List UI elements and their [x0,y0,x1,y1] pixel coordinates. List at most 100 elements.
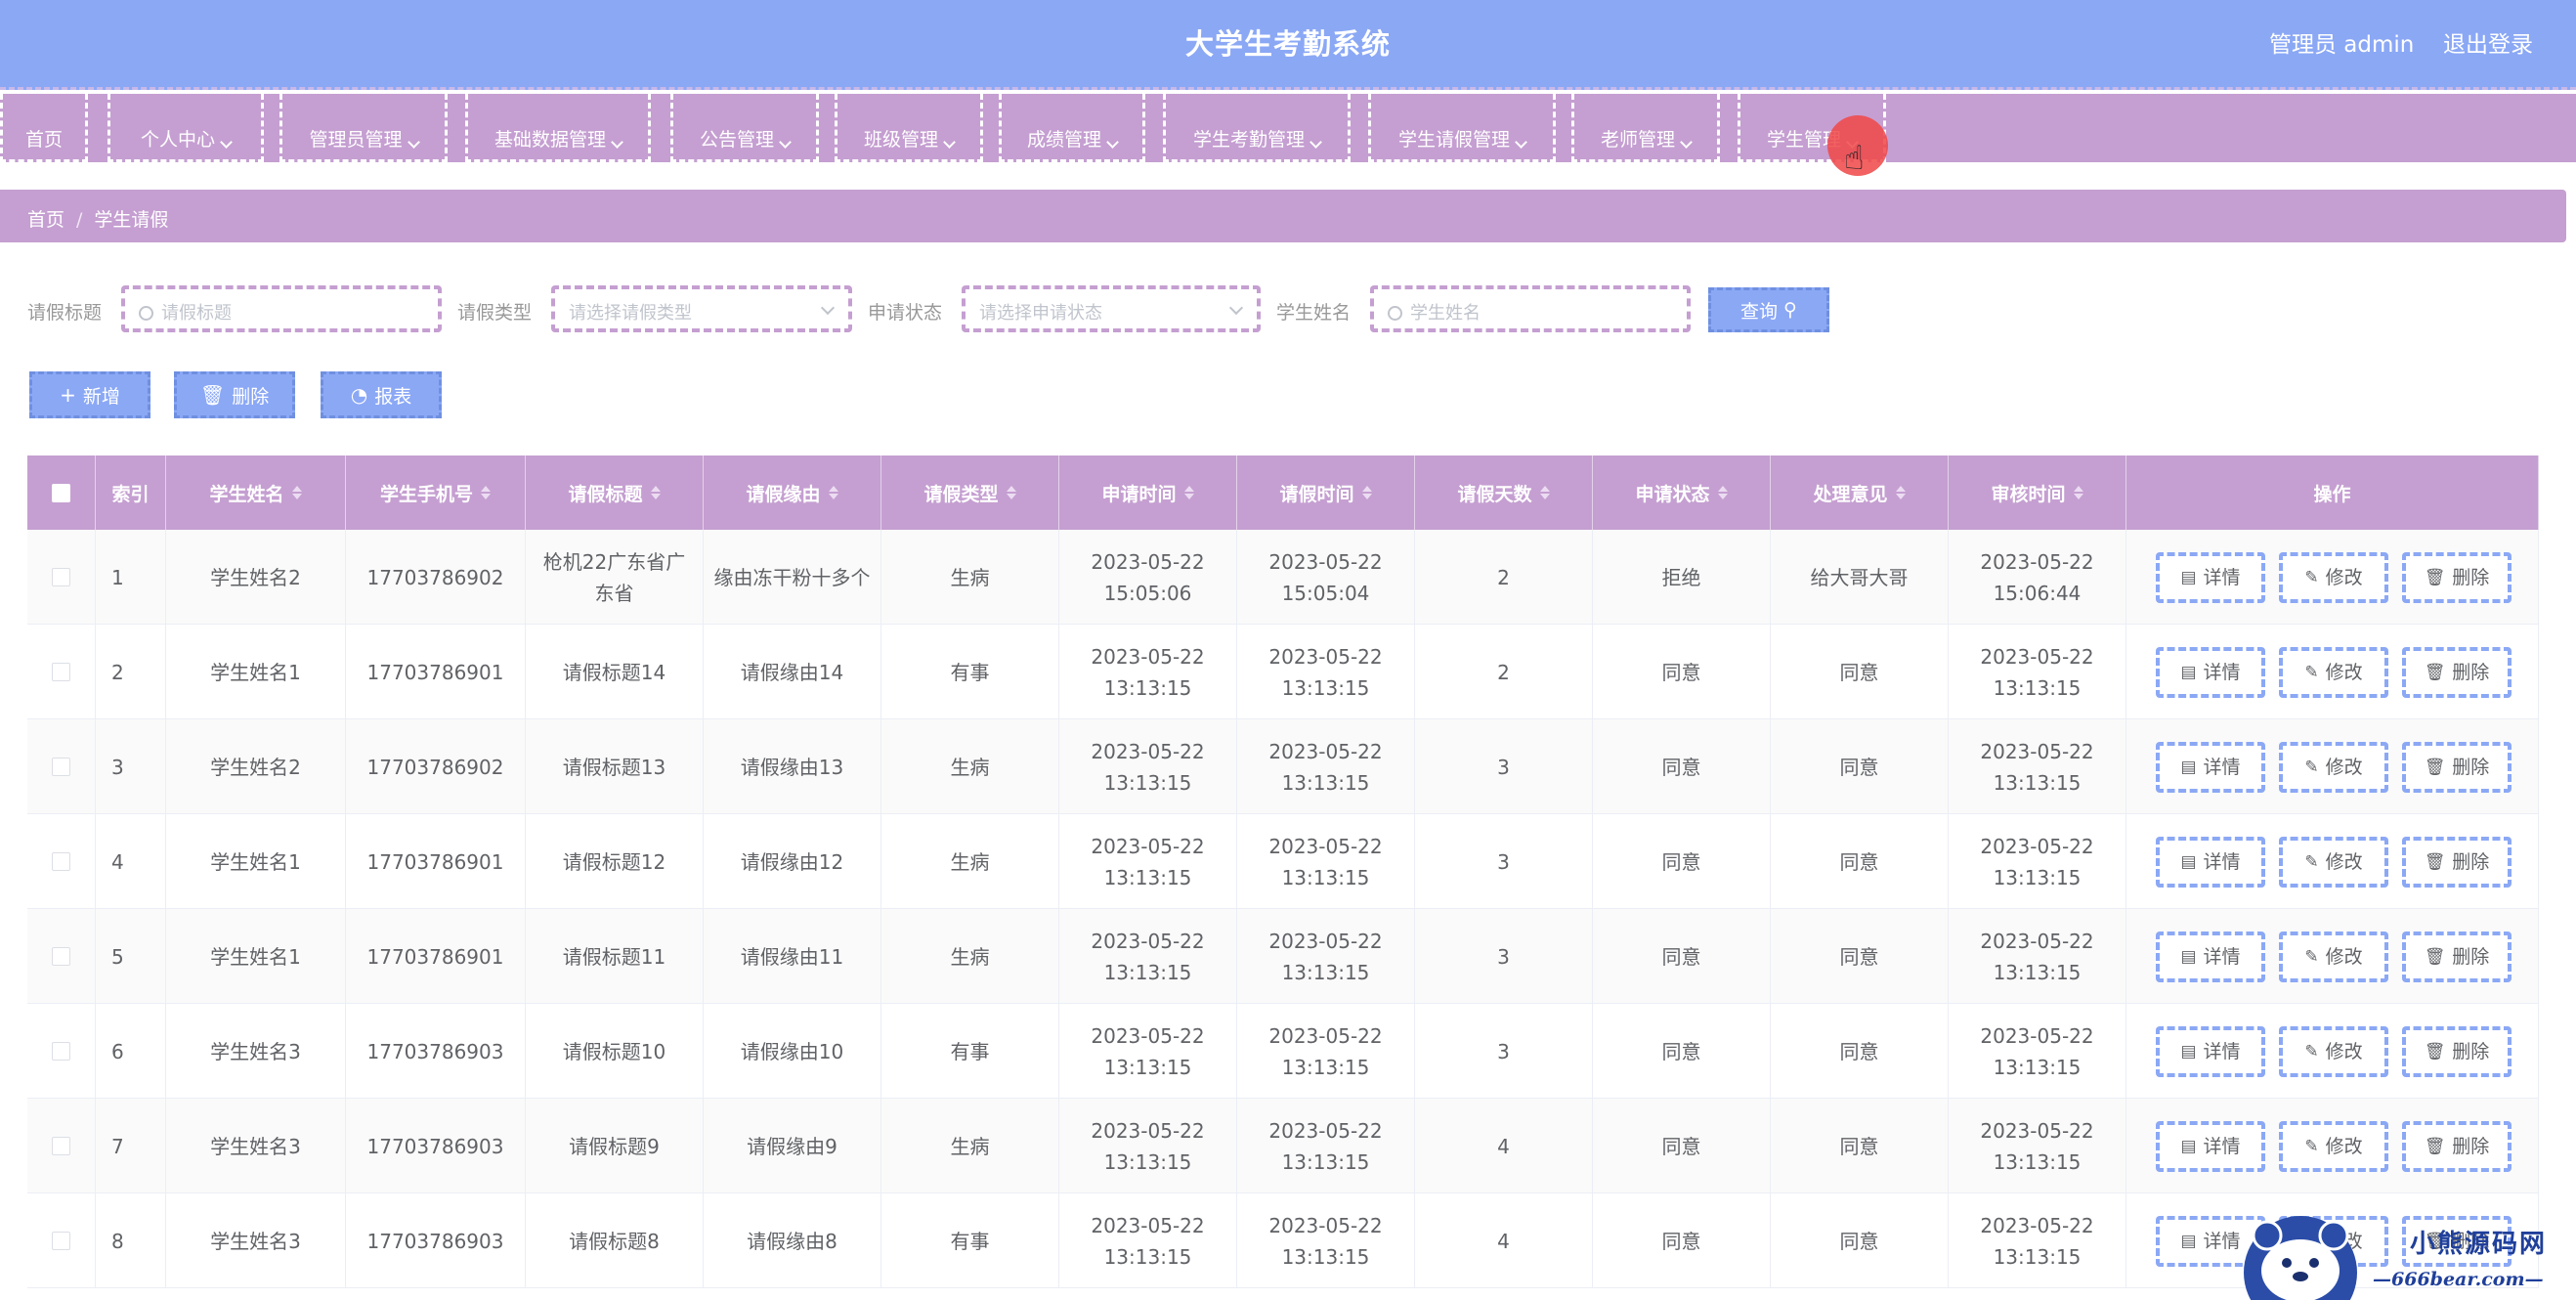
nav-base-data-management[interactable]: 基础数据管理 [465,94,651,162]
chevron-down-icon [779,136,792,149]
sort-caret-icon[interactable] [828,486,838,499]
pencil-icon: ✎ [2304,1042,2319,1062]
cell-leave-title: 请假标题11 [526,909,704,1004]
edit-button[interactable]: ✎ 修改 [2279,552,2388,603]
row-checkbox[interactable] [52,663,70,681]
nav-personal-center[interactable]: 个人中心 [107,94,264,162]
cell-leave-reason: 请假缘由8 [704,1193,881,1288]
add-button[interactable]: + 新增 [29,371,150,418]
column-header-apply-status[interactable]: 申请状态 [1593,455,1771,530]
nav-home[interactable]: 首页 [0,94,88,162]
delete-button[interactable]: 🗑 删除 [2402,837,2512,888]
edit-button[interactable]: ✎ 修改 [2279,1121,2388,1172]
nav-notice-management[interactable]: 公告管理 [670,94,819,162]
chevron-down-icon [820,300,836,316]
row-checkbox[interactable] [52,947,70,966]
detail-button[interactable]: ▤ 详情 [2156,552,2265,603]
sort-caret-icon[interactable] [481,486,491,499]
row-checkbox[interactable] [52,758,70,776]
logout-link[interactable]: 退出登录 [2443,25,2533,59]
delete-button[interactable]: 🗑 删除 [2402,647,2512,698]
cell-handling-opinion: 同意 [1771,1193,1949,1288]
sort-caret-icon[interactable] [2073,486,2083,499]
edit-button[interactable]: ✎ 修改 [2279,1026,2388,1077]
delete-button[interactable]: 🗑 删除 [2402,932,2512,982]
breadcrumb-home[interactable]: 首页 [27,209,64,231]
nav-class-management[interactable]: 班级管理 [835,94,983,162]
delete-button[interactable]: 🗑 删除 [2402,742,2512,793]
column-header-label: 申请时间 [1101,483,1177,505]
column-header-leave-title[interactable]: 请假标题 [526,455,704,530]
leave-type-select[interactable]: 请选择请假类型 [551,285,852,332]
sort-caret-icon[interactable] [1717,486,1728,499]
column-header-label: 索引 [111,483,150,505]
sort-caret-icon[interactable] [1895,486,1906,499]
edit-button[interactable]: ✎ 修改 [2279,932,2388,982]
row-checkbox[interactable] [52,1137,70,1155]
nav-admin-management[interactable]: 管理员管理 [279,94,448,162]
query-button[interactable]: 查询 ⚲ [1708,287,1829,332]
button-label: 报表 [374,385,412,408]
row-checkbox[interactable] [52,852,70,871]
detail-button[interactable]: ▤ 详情 [2156,647,2265,698]
detail-button[interactable]: ▤ 详情 [2156,932,2265,982]
cell-handling-opinion: 同意 [1771,814,1949,909]
row-checkbox[interactable] [52,568,70,586]
chevron-down-icon [407,136,420,149]
sort-caret-icon[interactable] [1006,486,1016,499]
cell-review-time: 2023-05-22 13:13:15 [1949,909,2126,1004]
document-icon: ▤ [2180,947,2197,967]
column-header-operations: 操作 [2126,455,2539,530]
trash-icon: 🗑 [2424,663,2446,682]
operations-cell: ▤ 详情 ✎ 修改 🗑 删除 [2126,1004,2539,1099]
leave-title-input[interactable]: 请假标题 [121,285,442,332]
nav-label: 基础数据管理 [494,129,606,151]
sort-caret-icon[interactable] [650,486,661,499]
cell-leave-title: 请假标题8 [526,1193,704,1288]
cell-leave-reason: 请假缘由11 [704,909,881,1004]
nav-leave-management[interactable]: 学生请假管理 [1368,94,1556,162]
column-header-apply-time[interactable]: 申请时间 [1059,455,1237,530]
sort-caret-icon[interactable] [1183,486,1194,499]
sort-caret-icon[interactable] [1361,486,1372,499]
cell-leave-title: 请假标题13 [526,719,704,814]
cell-leave-type: 生病 [881,530,1059,625]
column-header-leave-type[interactable]: 请假类型 [881,455,1059,530]
sort-caret-icon[interactable] [1539,486,1550,499]
nav-teacher-management[interactable]: 老师管理 [1571,94,1720,162]
column-header-review-time[interactable]: 审核时间 [1949,455,2126,530]
nav-attendance-management[interactable]: 学生考勤管理 [1163,94,1351,162]
sort-caret-icon[interactable] [291,486,302,499]
column-header-leave-reason[interactable]: 请假缘由 [704,455,881,530]
report-button[interactable]: ◔ 报表 [321,371,442,418]
cell-student-name: 学生姓名1 [166,625,346,719]
detail-button[interactable]: ▤ 详情 [2156,742,2265,793]
edit-button[interactable]: ✎ 修改 [2279,837,2388,888]
table-row: 2 学生姓名1 17703786901 请假标题14 请假缘由14 有事 2023-05-2… [27,625,2539,719]
delete-button[interactable]: 🗑 删除 [2402,552,2512,603]
column-header-leave-time[interactable]: 请假时间 [1237,455,1415,530]
cell-student-phone: 17703786902 [346,719,526,814]
watermark-title: 小熊源码网 [2410,1230,2548,1259]
column-header-student-name[interactable]: 学生姓名 [166,455,346,530]
select-all-checkbox[interactable] [52,483,70,502]
cell-handling-opinion: 同意 [1771,1004,1949,1099]
delete-button[interactable]: 🗑 删除 [2402,1121,2512,1172]
row-checkbox[interactable] [52,1232,70,1250]
edit-button[interactable]: ✎ 修改 [2279,742,2388,793]
apply-status-select[interactable]: 请选择申请状态 [962,285,1261,332]
column-header-leave-days[interactable]: 请假天数 [1415,455,1593,530]
cell-apply-time: 2023-05-22 13:13:15 [1059,1004,1237,1099]
column-header-handling-opinion[interactable]: 处理意见 [1771,455,1949,530]
delete-button[interactable]: 🗑 删除 [2402,1026,2512,1077]
student-name-input[interactable]: 学生姓名 [1370,285,1691,332]
cell-apply-time: 2023-05-22 13:13:15 [1059,909,1237,1004]
detail-button[interactable]: ▤ 详情 [2156,837,2265,888]
edit-button[interactable]: ✎ 修改 [2279,647,2388,698]
batch-delete-button[interactable]: 🗑 删除 [174,371,295,418]
row-checkbox[interactable] [52,1042,70,1061]
detail-button[interactable]: ▤ 详情 [2156,1121,2265,1172]
detail-button[interactable]: ▤ 详情 [2156,1026,2265,1077]
nav-score-management[interactable]: 成绩管理 [999,94,1145,162]
column-header-student-phone[interactable]: 学生手机号 [346,455,526,530]
